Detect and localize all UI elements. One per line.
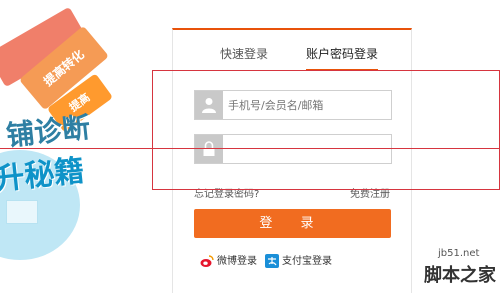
alipay-login-label: 支付宝登录 [282,256,332,267]
weibo-login-link[interactable]: 微博登录 [200,254,257,270]
login-button[interactable]: 登 录 [194,209,391,238]
annotation-highlight-box [152,70,500,190]
watermark-url: jb51.net [438,248,480,259]
alipay-login-link[interactable]: 支付宝登录 [265,254,332,270]
weibo-icon [200,254,214,268]
login-tabs: 快速登录 账户密码登录 [173,30,411,71]
tab-quick-login[interactable]: 快速登录 [220,45,268,62]
watermark-name: 脚本之家 [424,265,496,286]
annotation-line [0,148,500,149]
tab-account-password-login[interactable]: 账户密码登录 [306,45,379,71]
promo-banner: 提高转化 提高 铺诊断 升秘籍 [0,0,150,291]
promo-decoration [6,200,38,224]
alipay-icon [265,254,279,268]
weibo-login-label: 微博登录 [217,256,257,267]
